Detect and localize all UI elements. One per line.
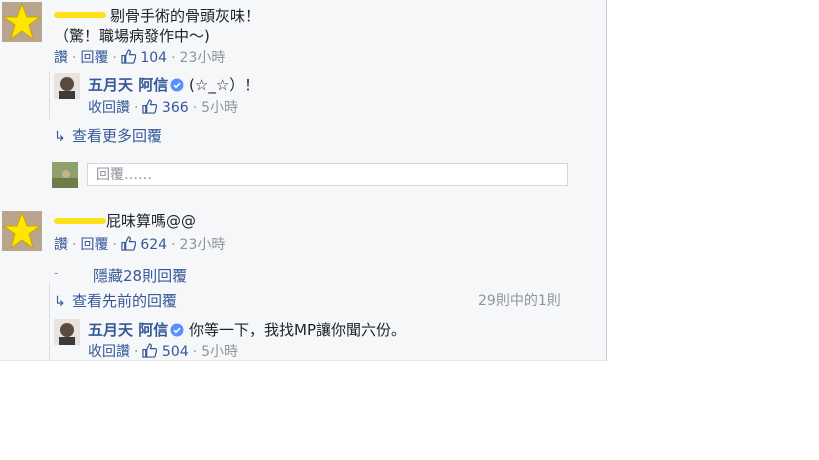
reply-1-actions: 收回讚 · 366 · 5小時 <box>88 99 239 116</box>
reply-button[interactable]: 回覆 <box>80 237 108 253</box>
thread-line <box>49 71 50 119</box>
profile-photo <box>52 162 78 188</box>
reply-1-line: 五月天 阿信 (☆_☆）！ <box>88 75 259 95</box>
reply-button[interactable]: 回覆 <box>80 50 108 66</box>
verified-badge-icon <box>170 323 184 337</box>
unlike-button[interactable]: 收回讚 <box>88 344 130 360</box>
timestamp[interactable]: 23小時 <box>180 50 226 66</box>
previous-replies-link[interactable]: ↳ 查看先前的回覆 <box>54 290 177 311</box>
comment-1-text-line1: 剔骨手術的骨頭灰味！ <box>110 7 261 25</box>
reply-input[interactable]: 回覆…… <box>87 163 568 186</box>
like-button[interactable]: 讚 <box>54 50 68 66</box>
timestamp[interactable]: 5小時 <box>201 344 238 360</box>
reply-2-line: 五月天 阿信 你等一下，我找MP讓你聞六份。 <box>88 320 406 340</box>
timestamp[interactable]: 5小時 <box>201 100 238 116</box>
more-replies-link[interactable]: ↳ 查看更多回覆 <box>54 125 162 146</box>
reply-count: 29則中的1則 <box>478 293 561 309</box>
reply-arrow-icon: ↳ <box>54 129 66 145</box>
star-avatar-icon <box>2 211 42 251</box>
comment-2-text: 屁味算嗎@@ <box>106 212 197 230</box>
comment-1-text-line2: （驚！職場病發作中～) <box>54 27 210 45</box>
likes-count[interactable]: 366 <box>142 99 189 116</box>
reply-text: (☆_☆）！ <box>189 76 260 94</box>
star-avatar-icon <box>2 2 42 42</box>
likes-count[interactable]: 624 <box>121 236 167 253</box>
thread-line <box>49 283 50 360</box>
reply-avatar[interactable] <box>54 319 80 345</box>
dash-marker: - <box>54 266 59 280</box>
thumbs-up-icon <box>142 343 158 358</box>
reply-author[interactable]: 五月天 阿信 <box>88 321 168 339</box>
redacted-name <box>54 218 106 224</box>
profile-photo <box>54 73 80 99</box>
likes-count[interactable]: 504 <box>142 343 189 360</box>
commenter-1-avatar[interactable] <box>2 2 42 42</box>
comments-panel: 剔骨手術的骨頭灰味！ （驚！職場病發作中～) 讚 · 回覆 · 104 · 23小時 五月… <box>0 0 607 361</box>
thumbs-up-icon <box>121 236 136 251</box>
likes-count[interactable]: 104 <box>121 49 167 66</box>
unlike-button[interactable]: 收回讚 <box>88 100 130 116</box>
verified-badge-icon <box>170 78 184 92</box>
reply-text: 你等一下，我找MP讓你聞六份。 <box>189 321 407 339</box>
comment-2-actions: 讚 · 回覆 · 624 · 23小時 <box>54 236 226 253</box>
profile-photo <box>54 319 80 345</box>
comment-1-actions: 讚 · 回覆 · 104 · 23小時 <box>54 49 226 66</box>
current-user-avatar <box>52 162 78 188</box>
reply-2-actions: 收回讚 · 504 · 5小時 <box>88 343 239 360</box>
reply-arrow-icon: ↳ <box>54 294 66 310</box>
timestamp[interactable]: 23小時 <box>180 237 226 253</box>
thumbs-up-icon <box>142 99 158 114</box>
like-button[interactable]: 讚 <box>54 237 68 253</box>
hide-replies-link[interactable]: 隱藏28則回覆 <box>93 265 187 286</box>
commenter-2-avatar[interactable] <box>2 211 42 251</box>
thumbs-up-icon <box>121 49 136 64</box>
reply-avatar[interactable] <box>54 73 80 99</box>
redacted-name <box>54 12 106 18</box>
reply-author[interactable]: 五月天 阿信 <box>88 76 168 94</box>
